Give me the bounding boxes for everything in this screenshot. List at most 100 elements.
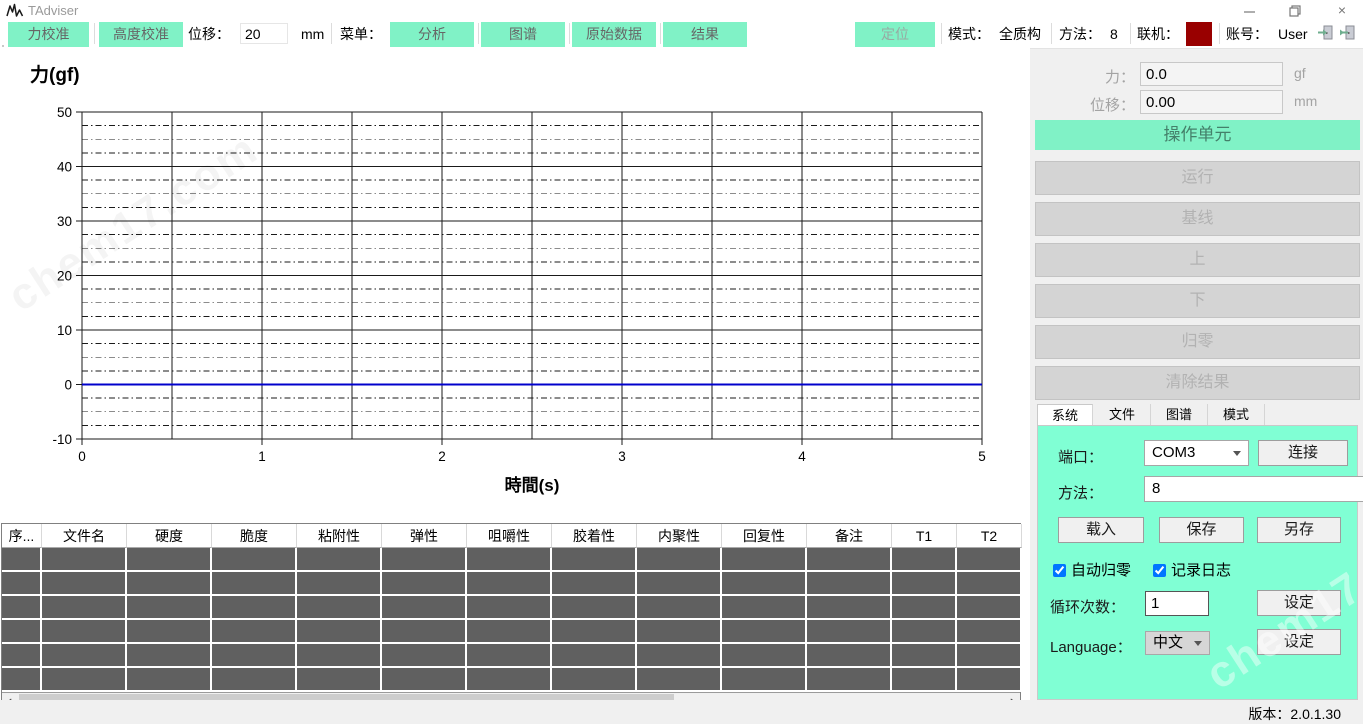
tab-spectrum[interactable]: 图谱 [1151, 404, 1208, 425]
table-cell [552, 596, 637, 620]
save-button[interactable]: 保存 [1159, 517, 1244, 543]
cycle-count-input[interactable] [1145, 591, 1209, 616]
table-cell [722, 596, 807, 620]
separator [660, 23, 661, 44]
table-cell [467, 596, 552, 620]
separator [331, 23, 332, 44]
log-checkbox-row: 记录日志 [1153, 559, 1231, 580]
column-header[interactable]: 咀嚼性 [467, 524, 552, 548]
table-cell [892, 572, 957, 596]
analysis-button[interactable]: 分析 [390, 22, 474, 47]
force-calibration-button[interactable]: 力校准 [8, 22, 89, 47]
close-button[interactable]: × [1325, 0, 1359, 20]
column-header[interactable]: 胶着性 [552, 524, 637, 548]
language-label: Language： [1050, 636, 1132, 657]
port-dropdown[interactable]: COM3 [1144, 440, 1249, 466]
table-row[interactable] [2, 572, 1022, 596]
save-as-button[interactable]: 另存 [1257, 517, 1341, 543]
clear-results-button[interactable]: 清除结果 [1035, 366, 1360, 400]
mode-label: 模式： [948, 22, 990, 47]
table-cell [957, 548, 1022, 572]
table-cell [892, 596, 957, 620]
displacement-input[interactable] [240, 23, 288, 44]
force-time-chart: -1001020304050012345時間(s) [0, 48, 1030, 523]
logout-icon[interactable] [1339, 24, 1356, 46]
table-row[interactable] [2, 548, 1022, 572]
column-header[interactable]: 弹性 [382, 524, 467, 548]
login-icon[interactable] [1317, 24, 1334, 46]
table-cell [552, 572, 637, 596]
version-text: 版本：2.0.1.30 [1248, 704, 1341, 724]
table-cell [807, 548, 892, 572]
column-header[interactable]: T2 [957, 524, 1022, 548]
axis-tick-label: 10 [57, 323, 72, 338]
column-header[interactable]: 备注 [807, 524, 892, 548]
table-cell [297, 668, 382, 692]
table-cell [722, 644, 807, 668]
table-cell [722, 620, 807, 644]
table-row[interactable] [2, 620, 1022, 644]
up-button[interactable]: 上 [1035, 243, 1360, 277]
operation-unit-button[interactable]: 操作单元 [1035, 120, 1360, 150]
table-cell [637, 668, 722, 692]
language-dropdown[interactable]: 中文 [1145, 631, 1210, 655]
account-label: 账号： [1226, 22, 1268, 47]
online-label: 联机： [1137, 22, 1179, 47]
column-header[interactable]: 硬度 [127, 524, 212, 548]
table-cell [42, 596, 127, 620]
height-calibration-button[interactable]: 高度校准 [99, 22, 183, 47]
table-cell [2, 548, 42, 572]
restore-button[interactable] [1278, 0, 1312, 20]
column-header[interactable]: 文件名 [42, 524, 127, 548]
table-row[interactable] [2, 644, 1022, 668]
run-button[interactable]: 运行 [1035, 161, 1360, 195]
table-cell [42, 620, 127, 644]
cycle-set-button[interactable]: 设定 [1257, 590, 1341, 616]
baseline-button[interactable]: 基线 [1035, 202, 1360, 236]
table-cell [552, 668, 637, 692]
tab-system[interactable]: 系统 [1037, 404, 1093, 425]
table-cell [892, 548, 957, 572]
status-bar: 版本：2.0.1.30 [0, 700, 1363, 724]
auto-zero-label: 自动归零 [1071, 562, 1131, 579]
table-cell [127, 668, 212, 692]
tab-file[interactable]: 文件 [1094, 404, 1151, 425]
down-button[interactable]: 下 [1035, 284, 1360, 318]
positioning-button[interactable]: 定位 [855, 22, 935, 47]
table-cell [42, 644, 127, 668]
tadviser-window: TAdviser × 力校准 高度校准 位移： mm 菜单： 分析 图谱 原始数… [0, 0, 1363, 724]
column-header[interactable]: 序... [2, 524, 42, 548]
language-value: 中文 [1153, 634, 1183, 651]
auto-zero-checkbox[interactable] [1053, 564, 1066, 577]
column-header[interactable]: 内聚性 [637, 524, 722, 548]
table-cell [382, 668, 467, 692]
table-cell [42, 668, 127, 692]
raw-data-button[interactable]: 原始数据 [572, 22, 656, 47]
column-header[interactable]: T1 [892, 524, 957, 548]
axis-tick-label: 1 [258, 449, 266, 464]
minimize-button[interactable] [1232, 0, 1266, 20]
table-cell [42, 548, 127, 572]
separator [1051, 23, 1052, 44]
load-button[interactable]: 载入 [1058, 517, 1144, 543]
column-header[interactable]: 回复性 [722, 524, 807, 548]
column-header[interactable]: 粘附性 [297, 524, 382, 548]
connect-button[interactable]: 连接 [1258, 440, 1348, 466]
table-row[interactable] [2, 596, 1022, 620]
method-dropdown[interactable]: 8 [1144, 476, 1363, 502]
language-set-button[interactable]: 设定 [1257, 629, 1341, 655]
separator [1130, 23, 1131, 44]
separator [569, 23, 570, 44]
tab-mode[interactable]: 模式 [1208, 404, 1265, 425]
table-cell [297, 620, 382, 644]
table-cell [637, 596, 722, 620]
separator [1219, 23, 1220, 44]
table-cell [212, 548, 297, 572]
table-header-row: 序...文件名硬度脆度粘附性弹性咀嚼性胶着性内聚性回复性备注T1T2 [2, 524, 1022, 548]
column-header[interactable]: 脆度 [212, 524, 297, 548]
zero-button[interactable]: 归零 [1035, 325, 1360, 359]
results-button[interactable]: 结果 [663, 22, 747, 47]
spectrum-button[interactable]: 图谱 [481, 22, 565, 47]
table-row[interactable] [2, 668, 1022, 692]
log-checkbox[interactable] [1153, 564, 1166, 577]
